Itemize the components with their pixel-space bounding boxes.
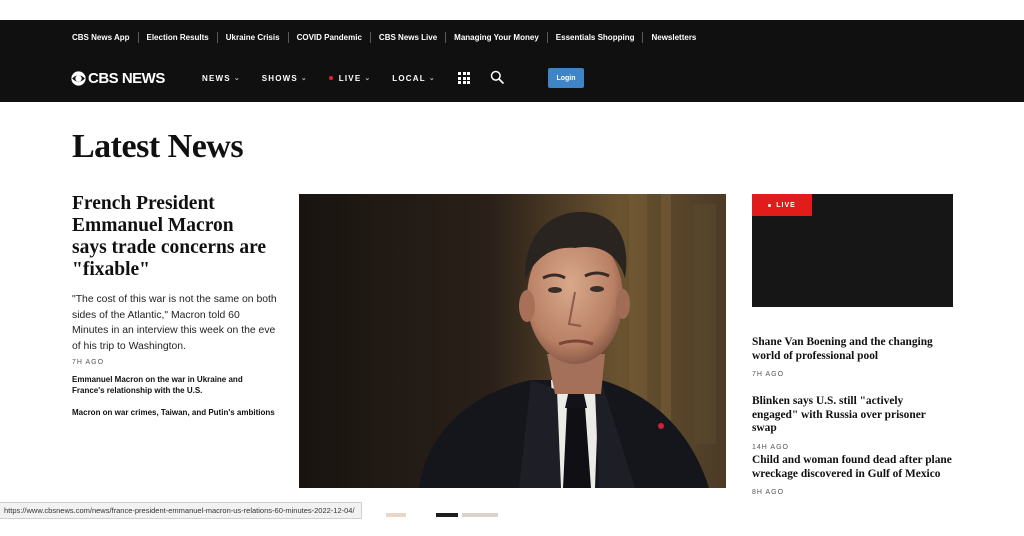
login-button[interactable]: Login: [548, 68, 584, 88]
divider: [137, 31, 139, 43]
live-dot-icon: [328, 76, 333, 80]
nav-shows-label: SHOWS: [261, 73, 298, 83]
side-story-cut-off[interactable]: ​: [752, 512, 952, 520]
top-link-ukraine-crisis[interactable]: Ukraine Crisis: [226, 33, 280, 42]
top-link-covid-pandemic[interactable]: COVID Pandemic: [297, 33, 362, 42]
nav-local-label: LOCAL: [392, 73, 426, 83]
side-story[interactable]: Child and woman found dead after plane w…: [752, 454, 952, 496]
top-link-election-results[interactable]: Election Results: [147, 33, 209, 42]
lead-timestamp: 7H AGO: [72, 359, 105, 366]
live-badge-label: LIVE: [776, 201, 796, 209]
side-story-headline[interactable]: Blinken says U.S. still "actively engage…: [752, 395, 952, 436]
side-story-headline[interactable]: Child and woman found dead after plane w…: [752, 454, 952, 481]
lead-summary: "The cost of this war is not the same on…: [72, 294, 277, 352]
page-title: Latest News: [72, 128, 244, 165]
side-story[interactable]: Blinken says U.S. still "actively engage…: [752, 395, 952, 451]
nav-shows[interactable]: SHOWS ⌄: [262, 74, 307, 83]
live-video-player[interactable]: LIVE: [752, 194, 953, 307]
nav-live[interactable]: LIVE ⌄: [328, 73, 371, 83]
nav-news[interactable]: NEWS ⌄: [202, 74, 240, 83]
logo-text: CBS NEWS: [88, 69, 165, 87]
grid-menu-icon[interactable]: [458, 72, 470, 84]
top-link-cbs-news-live[interactable]: CBS News Live: [379, 33, 437, 42]
related-link-macron-ukraine[interactable]: Emmanuel Macron on the war in Ukraine an…: [72, 374, 277, 396]
link-preview-status-bar: https://www.cbsnews.com/news/france-pres…: [0, 502, 362, 519]
side-story-timestamp: 7H AGO: [752, 371, 785, 378]
lead-story-image[interactable]: [299, 194, 726, 488]
site-header: CBS News App Election Results Ukraine Cr…: [0, 20, 1024, 102]
side-story-timestamp: 14H AGO: [752, 443, 789, 451]
divider: [642, 31, 644, 43]
chevron-down-icon: ⌄: [364, 75, 371, 82]
chevron-down-icon: ⌄: [428, 75, 435, 82]
cbs-eye-icon: [71, 70, 86, 86]
top-link-managing-your-money[interactable]: Managing Your Money: [454, 33, 539, 42]
main-nav: NEWS ⌄ SHOWS ⌄ LIVE ⌄ LOCAL ⌄: [202, 72, 457, 84]
divider: [546, 31, 548, 43]
side-story[interactable]: Shane Van Boening and the changing world…: [752, 336, 952, 378]
related-link-macron-war-crimes[interactable]: Macron on war crimes, Taiwan, and Putin'…: [72, 407, 277, 418]
divider: [216, 31, 218, 43]
chevron-down-icon: ⌄: [300, 75, 307, 82]
chevron-down-icon: ⌄: [233, 75, 240, 82]
thumbnail-strip: [386, 513, 498, 517]
divider: [445, 31, 447, 43]
live-badge: LIVE: [752, 194, 812, 216]
divider: [369, 31, 371, 43]
cbs-news-logo[interactable]: CBS NEWS: [71, 69, 165, 87]
nav-live-label: LIVE: [338, 73, 362, 83]
top-links-bar: CBS News App Election Results Ukraine Cr…: [72, 30, 696, 44]
side-story-headline[interactable]: Shane Van Boening and the changing world…: [752, 336, 952, 363]
top-link-newsletters[interactable]: Newsletters: [651, 33, 696, 42]
top-link-essentials-shopping[interactable]: Essentials Shopping: [556, 33, 635, 42]
search-icon[interactable]: [490, 70, 504, 84]
divider: [287, 31, 289, 43]
nav-news-label: NEWS: [202, 73, 231, 83]
side-story-timestamp: 8H AGO: [752, 489, 785, 496]
top-link-cbs-news-app[interactable]: CBS News App: [72, 33, 130, 42]
nav-local[interactable]: LOCAL ⌄: [392, 74, 434, 83]
lead-headline[interactable]: French President Emmanuel Macron says tr…: [72, 193, 272, 281]
cut-off-headline-fragment: ​: [752, 512, 952, 520]
live-dot-icon: [768, 203, 772, 207]
